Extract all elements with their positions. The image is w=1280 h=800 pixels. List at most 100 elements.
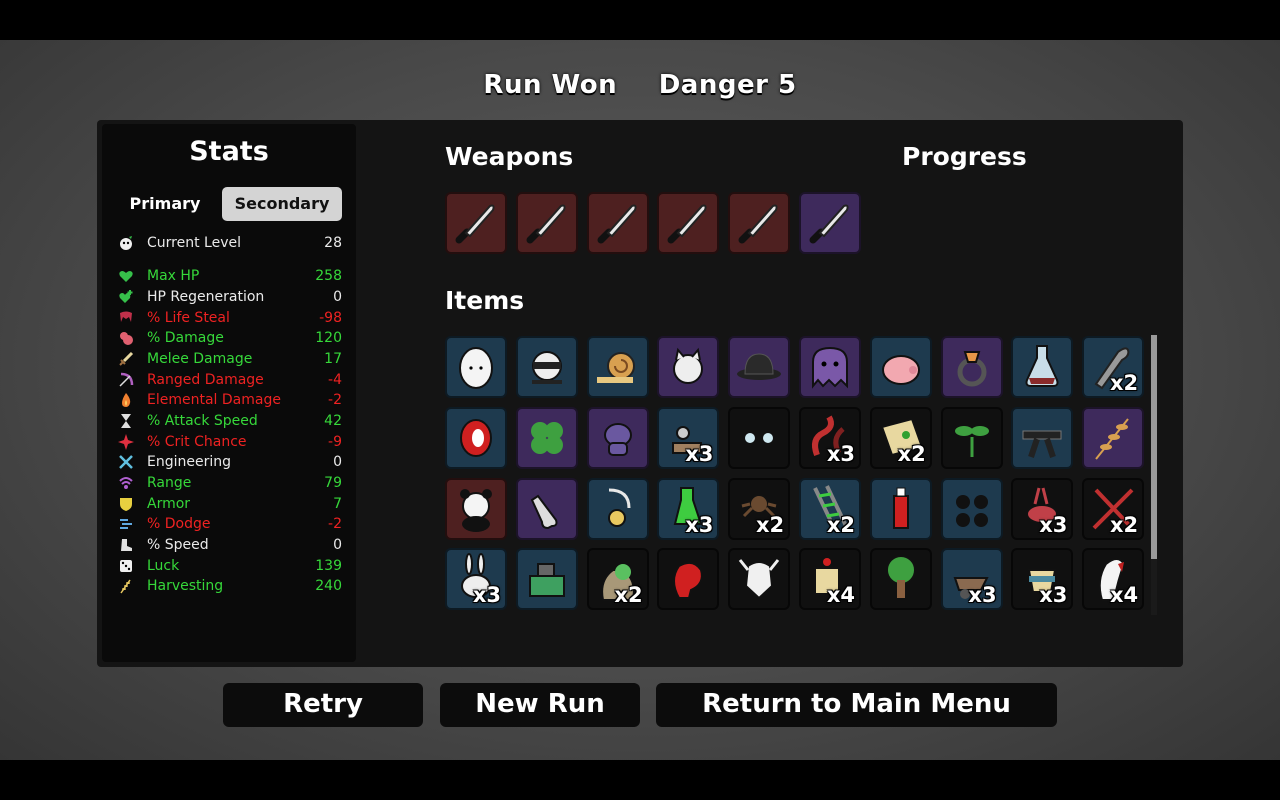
inventory-slot[interactable] [445, 477, 507, 540]
stat-row[interactable]: % Life Steal -98 [114, 308, 342, 328]
stat-value: 0 [333, 537, 342, 553]
stat-row[interactable]: Elemental Damage -2 [114, 390, 342, 410]
inventory-slot[interactable] [869, 477, 932, 540]
inventory-slot[interactable]: x2 [799, 477, 861, 540]
danger-level: Danger 5 [658, 70, 797, 100]
inventory-slot[interactable] [869, 548, 932, 611]
stat-row[interactable]: Max HP 258 [114, 266, 342, 286]
inventory-slot[interactable] [728, 548, 791, 611]
inventory-slot[interactable] [657, 336, 720, 398]
inventory-slot[interactable] [515, 192, 578, 254]
item-quantity: x3 [968, 583, 997, 608]
stat-label: Luck [147, 558, 180, 574]
stat-row[interactable]: % Speed 0 [114, 535, 342, 555]
stat-row[interactable]: % Dodge -2 [114, 514, 342, 534]
wrench-icon [118, 454, 134, 470]
main-menu-button[interactable]: Return to Main Menu [656, 683, 1057, 727]
stat-row[interactable]: Engineering 0 [114, 452, 342, 472]
item-quantity: x2 [614, 583, 643, 608]
stat-label: % Speed [147, 537, 209, 553]
inventory-slot[interactable] [799, 192, 861, 254]
stat-row[interactable]: Harvesting 240 [114, 576, 342, 596]
inventory-slot[interactable] [586, 336, 649, 398]
stat-row[interactable]: Armor 7 [114, 494, 342, 514]
stat-row[interactable]: % Attack Speed 42 [114, 411, 342, 431]
inventory-slot[interactable] [940, 336, 1003, 398]
inventory-slot[interactable] [586, 406, 649, 469]
inventory-slot[interactable] [445, 406, 507, 469]
item-quantity: x3 [826, 441, 855, 466]
inventory-slot[interactable]: x4 [1082, 548, 1145, 611]
inventory-slot[interactable]: x4 [799, 548, 861, 611]
inventory-slot[interactable]: x2 [1082, 477, 1145, 540]
inventory-slot[interactable] [940, 406, 1003, 469]
inventory-slot[interactable]: x3 [445, 548, 507, 611]
stat-value: 139 [315, 558, 342, 574]
level-icon [118, 235, 134, 251]
heart-plus-icon [118, 289, 134, 305]
stat-value: -2 [328, 392, 342, 408]
inventory-slot[interactable] [728, 192, 791, 254]
tab-secondary[interactable]: Secondary [222, 187, 342, 221]
inventory-slot[interactable]: x3 [940, 548, 1003, 611]
stat-value: -9 [328, 434, 342, 450]
stat-row[interactable]: Melee Damage 17 [114, 349, 342, 369]
items-scrollbar[interactable] [1151, 335, 1157, 615]
stat-value: 17 [324, 351, 342, 367]
stat-value: 258 [315, 268, 342, 284]
inventory-slot[interactable] [1082, 406, 1145, 469]
stat-label: HP Regeneration [147, 289, 265, 305]
inventory-slot[interactable]: x3 [1011, 548, 1074, 611]
inventory-slot[interactable] [515, 406, 578, 469]
inventory-slot[interactable] [940, 477, 1003, 540]
inventory-slot[interactable] [515, 477, 578, 540]
item-quantity: x2 [756, 512, 785, 537]
stat-value: -98 [319, 310, 342, 326]
crit-icon [118, 434, 134, 450]
stat-row[interactable]: % Damage 120 [114, 328, 342, 348]
current-level-row: Current Level 28 [114, 233, 342, 253]
inventory-slot[interactable] [515, 548, 578, 611]
retry-button[interactable]: Retry [223, 683, 423, 727]
inventory-slot[interactable]: x2 [586, 548, 649, 611]
stat-row[interactable]: HP Regeneration 0 [114, 287, 342, 307]
run-result: Run Won [483, 70, 618, 100]
inventory-slot[interactable] [586, 477, 649, 540]
stat-label: Ranged Damage [147, 372, 264, 388]
stat-value: -4 [328, 372, 342, 388]
inventory-slot[interactable] [728, 336, 791, 398]
inventory-slot[interactable]: x3 [657, 477, 720, 540]
tab-primary[interactable]: Primary [113, 187, 217, 221]
stats-title: Stats [189, 136, 269, 167]
stat-label: Max HP [147, 268, 200, 284]
stat-label: Melee Damage [147, 351, 253, 367]
inventory-slot[interactable]: x2 [728, 477, 791, 540]
inventory-slot[interactable]: x3 [657, 406, 720, 469]
inventory-slot[interactable] [515, 336, 578, 398]
stat-row[interactable]: % Crit Chance -9 [114, 432, 342, 452]
inventory-slot[interactable] [799, 336, 861, 398]
inventory-slot[interactable]: x2 [1082, 336, 1145, 398]
inventory-slot[interactable] [1011, 406, 1074, 469]
stat-label: % Crit Chance [147, 434, 247, 450]
items-scrollbar-thumb[interactable] [1151, 335, 1157, 559]
inventory-slot[interactable] [728, 406, 791, 469]
inventory-slot[interactable]: x2 [869, 406, 932, 469]
inventory-slot[interactable] [445, 192, 507, 254]
inventory-slot[interactable]: x3 [799, 406, 861, 469]
inventory-slot[interactable]: x3 [1011, 477, 1074, 540]
stat-row[interactable]: Ranged Damage -4 [114, 370, 342, 390]
inventory-slot[interactable] [586, 192, 649, 254]
inventory-slot[interactable] [869, 336, 932, 398]
inventory-slot[interactable] [1011, 336, 1074, 398]
stat-value: -2 [328, 516, 342, 532]
new-run-button[interactable]: New Run [440, 683, 640, 727]
item-quantity: x4 [826, 583, 855, 608]
inventory-slot[interactable] [657, 548, 720, 611]
inventory-slot[interactable] [657, 192, 720, 254]
stat-row[interactable]: Range 79 [114, 473, 342, 493]
run-header: Run Won Danger 5 [0, 70, 1280, 100]
inventory-slot[interactable] [445, 336, 507, 398]
fangs-icon [118, 310, 134, 326]
stat-row[interactable]: Luck 139 [114, 556, 342, 576]
